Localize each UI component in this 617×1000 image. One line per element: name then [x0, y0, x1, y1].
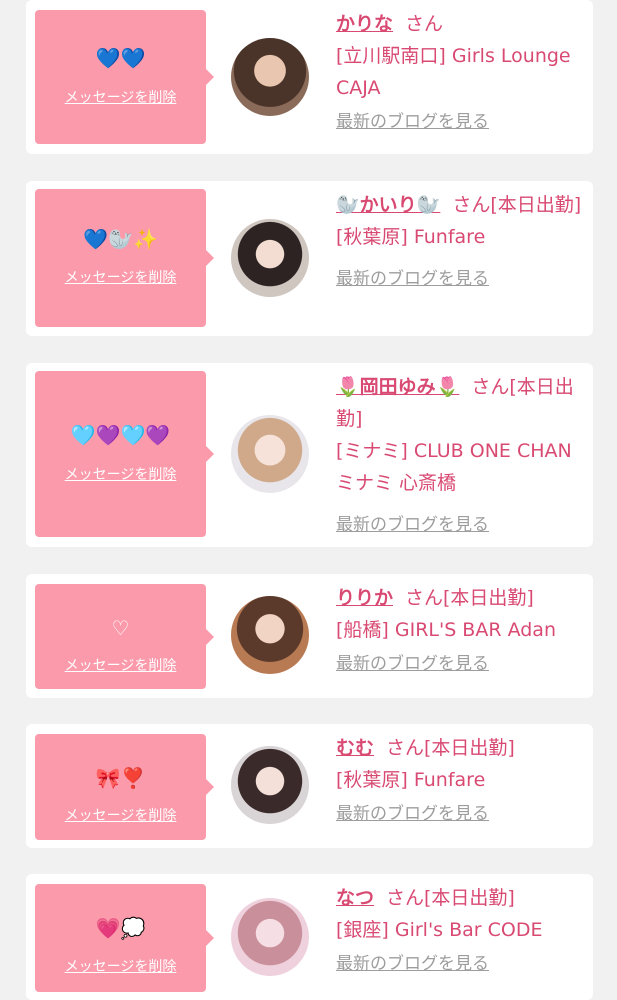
cast-name-link[interactable]: 🌷岡田ゆみ🌷 — [336, 376, 459, 398]
cast-info: なつ さん[本日出勤] [銀座] Girl's Bar CODE 最新のブログを見… — [336, 882, 585, 976]
message-bubble: ♡ メッセージを削除 — [35, 584, 214, 689]
message-bubble: 💙💙 メッセージを削除 — [35, 10, 214, 144]
message-bubble: 💗💭 メッセージを削除 — [35, 884, 214, 992]
cast-name-link[interactable]: 🦭かいり🦭 — [336, 194, 440, 216]
shop-name: [船橋] GIRL'S BAR Adan — [336, 619, 556, 641]
message-card: 💙🦭✨ メッセージを削除 🦭かいり🦭 さん[本日出勤] [秋葉原] Funfare… — [26, 181, 593, 336]
shop-name: [銀座] Girl's Bar CODE — [336, 919, 543, 941]
cast-name-link[interactable]: むむ — [336, 737, 374, 759]
cast-info: 🦭かいり🦭 さん[本日出勤] [秋葉原] Funfare 最新のブログを見る — [336, 189, 585, 291]
avatar[interactable] — [231, 746, 309, 824]
delete-message-link[interactable]: メッセージを削除 — [35, 958, 206, 976]
delete-message-link[interactable]: メッセージを削除 — [35, 657, 206, 675]
avatar[interactable] — [231, 596, 309, 674]
cast-info: 🌷岡田ゆみ🌷 さん[本日出勤] [ミナミ] CLUB ONE CHAN ミナミ 心… — [336, 371, 585, 537]
delete-message-link[interactable]: メッセージを削除 — [35, 269, 206, 287]
message-emoji: 🎀❣️ — [95, 766, 146, 790]
message-emoji: 💙💙 — [95, 46, 146, 70]
avatar[interactable] — [231, 219, 309, 297]
message-bubble: 🎀❣️ メッセージを削除 — [35, 734, 214, 840]
latest-blog-link[interactable]: 最新のブログを見る — [336, 267, 585, 291]
shop-name: [秋葉原] Funfare — [336, 769, 486, 791]
cast-name-link[interactable]: りりか — [336, 587, 393, 609]
message-card: 💙💙 メッセージを削除 かりな さん [立川駅南口] Girls Lounge C… — [26, 0, 593, 154]
message-emoji: 💗💭 — [95, 916, 146, 940]
message-card: 🩵💜🩵💜 メッセージを削除 🌷岡田ゆみ🌷 さん[本日出勤] [ミナミ] CLUB … — [26, 363, 593, 547]
cast-suffix: さん[本日出勤] — [405, 587, 534, 609]
cast-suffix: さん — [405, 13, 444, 35]
message-emoji: ♡ — [111, 616, 130, 640]
shop-name: [立川駅南口] Girls Lounge CAJA — [336, 45, 571, 99]
message-emoji: 🩵💜🩵💜 — [70, 423, 171, 447]
cast-info: かりな さん [立川駅南口] Girls Lounge CAJA 最新のブログを見… — [336, 8, 585, 134]
message-card: 🎀❣️ メッセージを削除 むむ さん[本日出勤] [秋葉原] Funfare 最新… — [26, 724, 593, 848]
avatar[interactable] — [231, 415, 309, 493]
delete-message-link[interactable]: メッセージを削除 — [35, 807, 206, 825]
cast-info: むむ さん[本日出勤] [秋葉原] Funfare 最新のブログを見る — [336, 732, 585, 826]
latest-blog-link[interactable]: 最新のブログを見る — [336, 110, 585, 134]
latest-blog-link[interactable]: 最新のブログを見る — [336, 952, 585, 976]
avatar[interactable] — [231, 898, 309, 976]
message-bubble: 🩵💜🩵💜 メッセージを削除 — [35, 371, 214, 537]
message-emoji: 💙🦭✨ — [83, 227, 158, 251]
avatar[interactable] — [231, 38, 309, 116]
latest-blog-link[interactable]: 最新のブログを見る — [336, 652, 585, 676]
cast-suffix: さん[本日出勤] — [452, 194, 582, 216]
cast-info: りりか さん[本日出勤] [船橋] GIRL'S BAR Adan 最新のブログを… — [336, 582, 585, 676]
cast-suffix: さん[本日出勤] — [386, 887, 515, 909]
delete-message-link[interactable]: メッセージを削除 — [35, 466, 206, 484]
delete-message-link[interactable]: メッセージを削除 — [35, 89, 206, 107]
shop-name: [ミナミ] CLUB ONE CHAN ミナミ 心斎橋 — [336, 440, 572, 494]
latest-blog-link[interactable]: 最新のブログを見る — [336, 513, 585, 537]
cast-name-link[interactable]: かりな — [336, 13, 393, 35]
latest-blog-link[interactable]: 最新のブログを見る — [336, 802, 585, 826]
cast-suffix: さん[本日出勤] — [386, 737, 515, 759]
message-card: ♡ メッセージを削除 りりか さん[本日出勤] [船橋] GIRL'S BAR A… — [26, 574, 593, 698]
shop-name: [秋葉原] Funfare — [336, 226, 486, 248]
cast-name-link[interactable]: なつ — [336, 887, 374, 909]
message-bubble: 💙🦭✨ メッセージを削除 — [35, 189, 214, 327]
message-card: 💗💭 メッセージを削除 なつ さん[本日出勤] [銀座] Girl's Bar C… — [26, 874, 593, 1000]
